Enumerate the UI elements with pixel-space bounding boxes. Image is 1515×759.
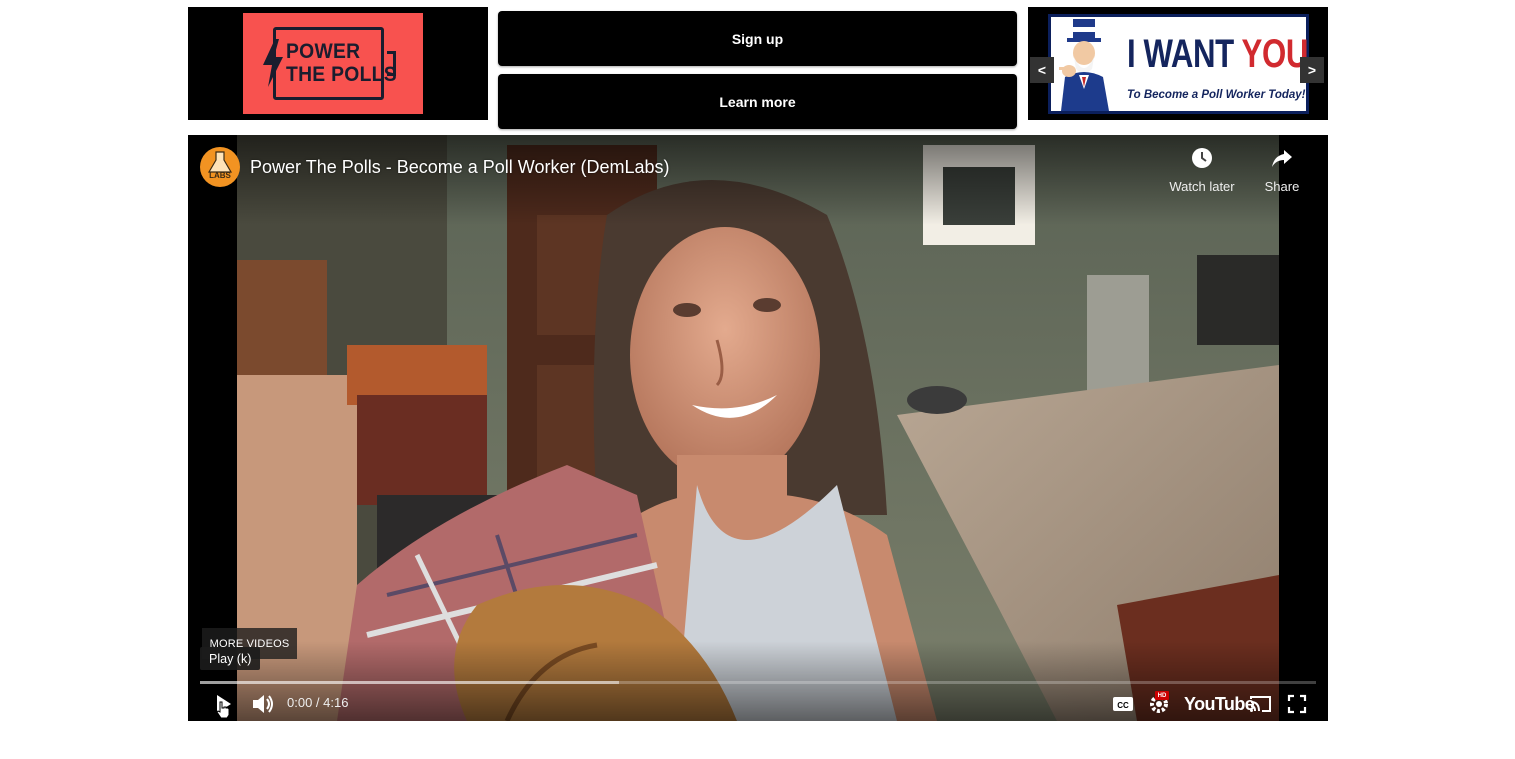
power-the-polls-logo-panel[interactable]: POWER THE POLLS bbox=[188, 7, 488, 120]
progress-loaded bbox=[200, 681, 619, 684]
uncle-sam-illustration bbox=[1059, 19, 1109, 111]
watch-later-button[interactable]: Watch later bbox=[1162, 147, 1242, 197]
fullscreen-button[interactable] bbox=[1284, 691, 1314, 717]
logo-text-line1: POWER bbox=[286, 40, 361, 63]
volume-button[interactable] bbox=[250, 691, 280, 717]
share-button[interactable]: Share bbox=[1242, 147, 1322, 197]
sign-up-button[interactable]: Sign up bbox=[498, 11, 1017, 66]
time-display: 0:00 / 4:16 bbox=[287, 695, 349, 710]
svg-text:CC: CC bbox=[1117, 701, 1129, 710]
top-gradient bbox=[188, 135, 1328, 225]
logo-text-line2: THE POLLS bbox=[286, 63, 397, 86]
banner-headline-part2: YOU bbox=[1241, 32, 1309, 76]
power-the-polls-logo: POWER THE POLLS bbox=[243, 13, 423, 114]
volume-icon bbox=[253, 695, 273, 713]
hd-badge: HD bbox=[1155, 691, 1169, 700]
learn-more-button[interactable]: Learn more bbox=[498, 74, 1017, 129]
hand-cursor-icon bbox=[216, 701, 230, 719]
banner-subline: To Become a Poll Worker Today! bbox=[1127, 89, 1306, 101]
youtube-logo[interactable]: YouTube bbox=[1184, 694, 1255, 715]
carousel-prev-button[interactable]: < bbox=[1030, 57, 1054, 83]
play-tooltip: Play (k) bbox=[200, 647, 261, 670]
poll-worker-banner-carousel[interactable]: I WANT YOU To Become a Poll Worker Today… bbox=[1028, 7, 1328, 120]
carousel-next-button[interactable]: > bbox=[1300, 57, 1324, 83]
banner-headline-part1: I WANT bbox=[1127, 32, 1242, 76]
flask-icon bbox=[207, 151, 233, 173]
video-title[interactable]: Power The Polls - Become a Poll Worker (… bbox=[250, 157, 669, 178]
banner-headline: I WANT YOU bbox=[1127, 34, 1308, 74]
watch-later-label: Watch later bbox=[1169, 179, 1235, 194]
banner-slide: I WANT YOU To Become a Poll Worker Today… bbox=[1048, 14, 1309, 114]
cast-icon bbox=[1250, 696, 1271, 712]
fullscreen-icon bbox=[1287, 694, 1307, 714]
share-label: Share bbox=[1264, 179, 1300, 194]
lightning-bolt-icon bbox=[263, 39, 283, 87]
youtube-video-player[interactable]: LABS Power The Polls - Become a Poll Wor… bbox=[188, 135, 1328, 721]
subtitles-button[interactable]: CC bbox=[1110, 691, 1140, 717]
channel-avatar-text: LABS bbox=[209, 171, 231, 180]
closed-captions-icon: CC bbox=[1113, 697, 1133, 711]
clock-icon bbox=[1192, 148, 1212, 168]
channel-avatar[interactable]: LABS bbox=[200, 147, 240, 187]
progress-bar[interactable] bbox=[200, 681, 1316, 684]
share-arrow-icon bbox=[1272, 150, 1292, 167]
cast-button[interactable] bbox=[1248, 691, 1278, 717]
